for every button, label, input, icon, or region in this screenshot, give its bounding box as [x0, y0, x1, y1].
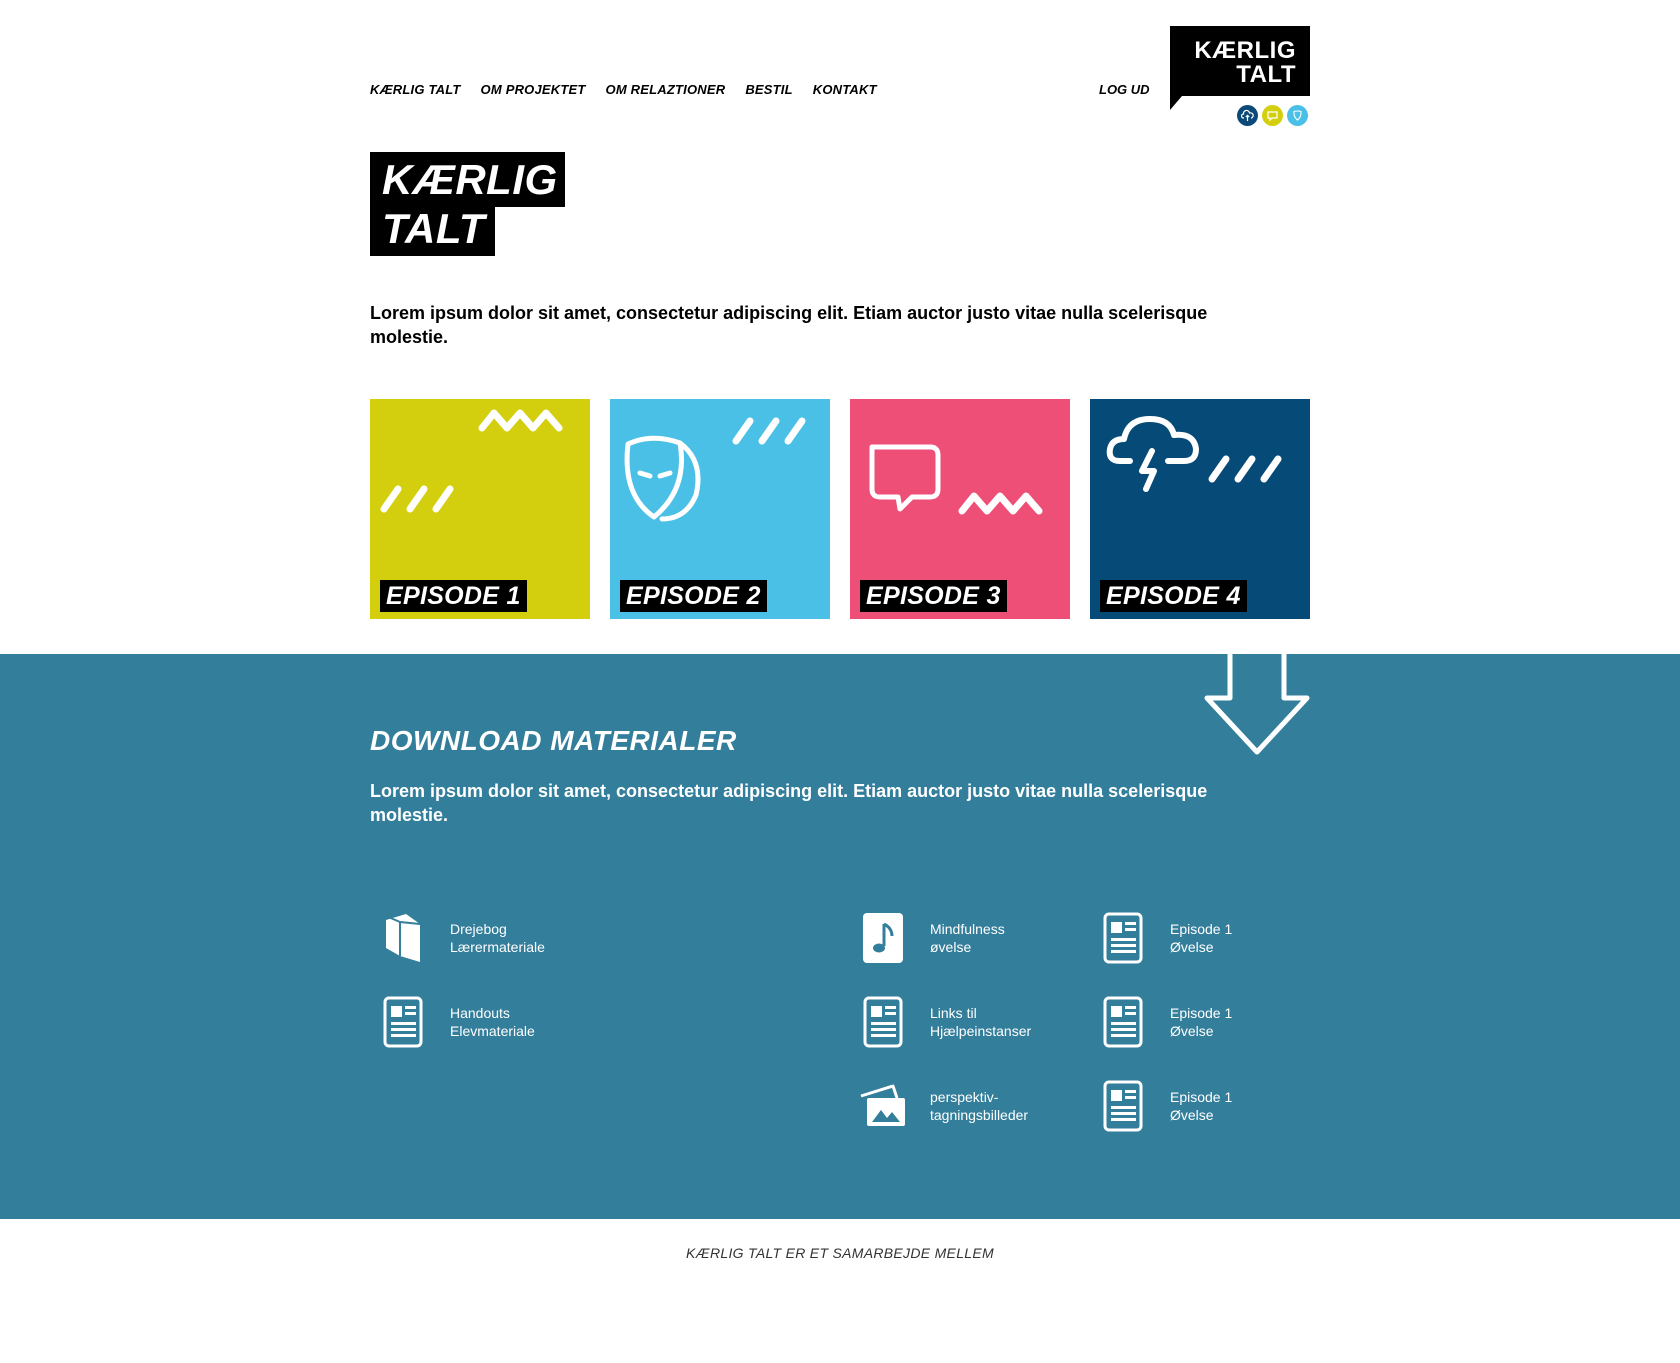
- material-perspektiv[interactable]: perspektiv-tagningsbilleder: [858, 1078, 1028, 1134]
- material-episode-ovelse[interactable]: Episode 1 Øvelse: [1098, 994, 1232, 1050]
- material-line1: Handouts: [450, 1005, 510, 1021]
- logo-line-2: TALT: [1236, 61, 1296, 88]
- episode-label-3: EPISODE 3: [860, 580, 1007, 612]
- material-line2: Øvelse: [1170, 939, 1214, 955]
- material-line1: Links til: [930, 1005, 977, 1021]
- book-icon: [378, 910, 428, 966]
- material-line2: øvelse: [930, 939, 972, 955]
- nav-bestil[interactable]: BESTIL: [745, 82, 792, 97]
- material-links[interactable]: Links til Hjælpeinstanser: [858, 994, 1031, 1050]
- material-line2: Hjælpeinstanser: [930, 1023, 1032, 1039]
- material-line2: Lærermateriale: [450, 939, 545, 955]
- material-line2: Elevmateriale: [450, 1023, 535, 1039]
- material-line1: Drejebog: [450, 921, 507, 937]
- episode-label-4: EPISODE 4: [1100, 580, 1247, 612]
- material-line1: Episode 1: [1170, 1005, 1233, 1021]
- download-text: Lorem ipsum dolor sit amet, consectetur …: [370, 781, 1208, 825]
- episode-card-4[interactable]: EPISODE 4: [1090, 399, 1310, 619]
- document-icon: [1098, 910, 1148, 966]
- logo-line-1: KÆRLIG: [1194, 37, 1296, 64]
- cloud-upload-icon[interactable]: [1237, 105, 1258, 126]
- arrow-down-icon: [1204, 654, 1310, 755]
- material-line2: Øvelse: [1170, 1023, 1214, 1039]
- material-episode-ovelse[interactable]: Episode 1 Øvelse: [1098, 910, 1232, 966]
- nav-om-projektet[interactable]: OM PROJEKTET: [481, 82, 586, 97]
- logout-link[interactable]: LOG UD: [1099, 82, 1150, 97]
- nav-kaerlig-talt[interactable]: KÆRLIG TALT: [370, 82, 461, 97]
- material-episode-ovelse[interactable]: Episode 1 Øvelse: [1098, 1078, 1232, 1134]
- material-mindfulness[interactable]: Mindfulness øvelse: [858, 910, 1005, 966]
- document-icon: [1098, 994, 1148, 1050]
- music-note-icon: [858, 910, 908, 966]
- material-line1: Episode 1: [1170, 921, 1233, 937]
- document-icon: [1098, 1078, 1148, 1134]
- hero-logo-line-2: TALT: [370, 206, 495, 256]
- material-drejebog[interactable]: Drejebog Lærermateriale: [378, 910, 545, 966]
- episode-card-1[interactable]: EPISODE 1: [370, 399, 590, 619]
- material-handouts[interactable]: Handouts Elevmateriale: [378, 994, 535, 1050]
- intro-text: Lorem ipsum dolor sit amet, consectetur …: [370, 303, 1208, 347]
- photos-icon: [858, 1078, 908, 1134]
- nav-om-relaztioner[interactable]: OM RELAZTIONER: [606, 82, 726, 97]
- episode-label-1: EPISODE 1: [380, 580, 527, 612]
- material-line1: Mindfulness: [930, 921, 1005, 937]
- nav-kontakt[interactable]: KONTAKT: [813, 82, 877, 97]
- material-line2: tagningsbilleder: [930, 1107, 1029, 1123]
- episode-card-2[interactable]: EPISODE 2: [610, 399, 830, 619]
- header-logo[interactable]: KÆRLIG TALT: [1170, 26, 1310, 110]
- material-line1: Episode 1: [1170, 1089, 1233, 1105]
- episode-card-3[interactable]: EPISODE 3: [850, 399, 1070, 619]
- download-title: DOWNLOAD MATERIALER: [370, 725, 737, 756]
- hero-logo-line-1: KÆRLIG: [370, 152, 565, 207]
- mask-icon[interactable]: [1287, 105, 1308, 126]
- episode-grid: EPISODE 1 EPISODE 2 EPISODE 3 EPISODE 4: [370, 399, 1310, 619]
- material-line2: Øvelse: [1170, 1107, 1214, 1123]
- status-dots: [1237, 105, 1308, 126]
- speech-bubble-icon[interactable]: [1262, 105, 1283, 126]
- document-icon: [378, 994, 428, 1050]
- main-nav: KÆRLIG TALT OM PROJEKTET OM RELAZTIONER …: [370, 82, 877, 97]
- document-icon: [858, 994, 908, 1050]
- download-section: DOWNLOAD MATERIALER Lorem ipsum dolor si…: [0, 654, 1680, 1219]
- episode-label-2: EPISODE 2: [620, 580, 767, 612]
- material-line1: perspektiv-: [930, 1089, 999, 1105]
- logo-speech-tail: [1170, 96, 1182, 110]
- footer-text: KÆRLIG TALT ER ET SAMARBEJDE MELLEM: [686, 1245, 994, 1261]
